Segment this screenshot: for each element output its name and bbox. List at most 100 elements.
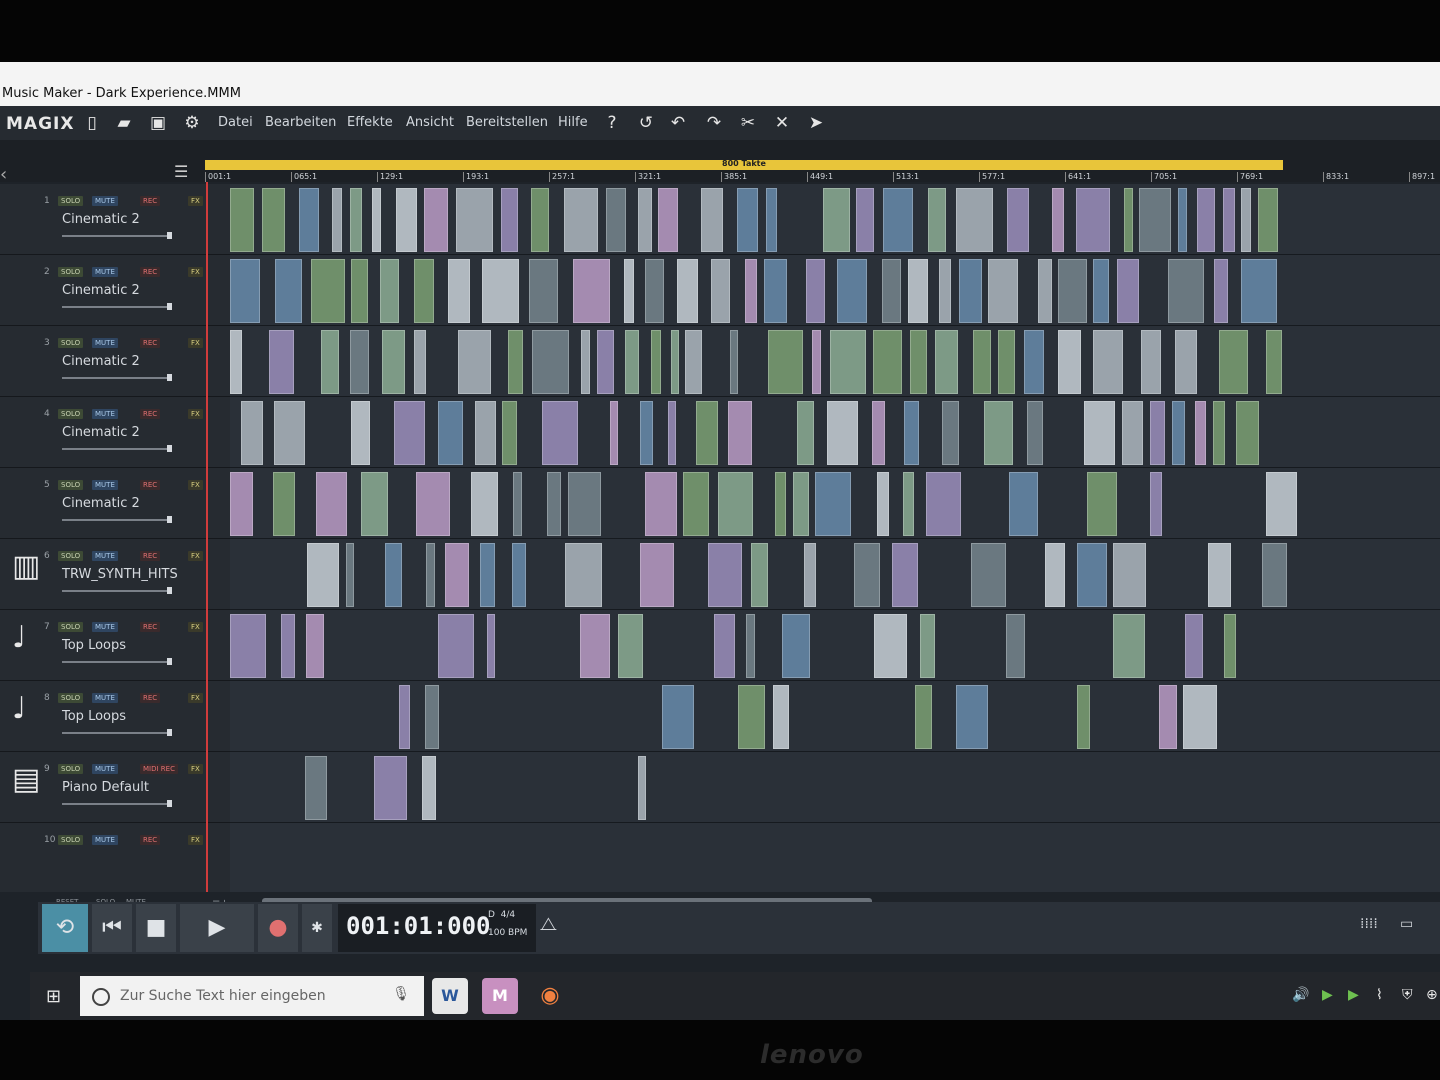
volume-handle[interactable]: [167, 729, 172, 736]
audio-object[interactable]: [837, 259, 867, 323]
audio-object[interactable]: [531, 188, 549, 252]
audio-object[interactable]: [677, 259, 698, 323]
audio-object[interactable]: [565, 543, 602, 607]
audio-object[interactable]: [640, 401, 653, 465]
rec-button[interactable]: REC: [140, 267, 161, 277]
track-lane[interactable]: [230, 468, 1440, 539]
mute-button[interactable]: MUTE: [92, 622, 118, 632]
audio-object[interactable]: [610, 401, 618, 465]
audio-object[interactable]: [230, 259, 260, 323]
audio-object[interactable]: [1124, 188, 1133, 252]
audio-object[interactable]: [321, 330, 339, 394]
mute-button[interactable]: MUTE: [92, 764, 118, 774]
audio-object[interactable]: [606, 188, 626, 252]
audio-object[interactable]: [425, 685, 439, 749]
solo-button[interactable]: SOLO: [58, 480, 84, 490]
audio-object[interactable]: [564, 188, 598, 252]
audio-object[interactable]: [1006, 614, 1025, 678]
globe-icon[interactable]: ⊕: [1426, 987, 1438, 1003]
audio-object[interactable]: [1213, 401, 1225, 465]
audio-object[interactable]: [1141, 330, 1161, 394]
volume-slider[interactable]: [62, 516, 172, 523]
audio-object[interactable]: [1266, 472, 1297, 536]
menu-bereitstellen[interactable]: Bereitstellen: [466, 115, 548, 130]
volume-slider[interactable]: [62, 303, 172, 310]
audio-object[interactable]: [1214, 259, 1228, 323]
taskbar-search-input[interactable]: Zur Suche Text hier eingeben 🎙: [80, 976, 424, 1016]
tempo[interactable]: 100 BPM: [488, 928, 527, 938]
audio-object[interactable]: [482, 259, 519, 323]
audio-object[interactable]: [971, 543, 1006, 607]
fx-button[interactable]: FX: [188, 480, 203, 490]
audio-object[interactable]: [241, 401, 263, 465]
audio-object[interactable]: [274, 401, 305, 465]
audio-object[interactable]: [1113, 614, 1145, 678]
audio-object[interactable]: [230, 330, 242, 394]
audio-object[interactable]: [1241, 188, 1251, 252]
playhead[interactable]: [206, 182, 208, 942]
audio-object[interactable]: [696, 401, 718, 465]
audio-object[interactable]: [823, 188, 850, 252]
volume-handle[interactable]: [167, 445, 172, 452]
mute-button[interactable]: MUTE: [92, 551, 118, 561]
track-header[interactable]: 5 SOLO MUTE REC FX Cinematic 2: [0, 468, 230, 539]
audio-object[interactable]: [311, 259, 345, 323]
audio-object[interactable]: [262, 188, 285, 252]
audio-object[interactable]: [782, 614, 810, 678]
solo-button[interactable]: SOLO: [58, 196, 84, 206]
audio-object[interactable]: [751, 543, 768, 607]
audio-object[interactable]: [645, 472, 677, 536]
audio-object[interactable]: [281, 614, 295, 678]
audio-object[interactable]: [1076, 188, 1110, 252]
audio-object[interactable]: [662, 685, 694, 749]
audio-object[interactable]: [1195, 401, 1206, 465]
track-name[interactable]: Piano Default: [62, 780, 149, 795]
audio-object[interactable]: [624, 259, 634, 323]
play-button[interactable]: ▶: [180, 904, 254, 952]
audio-object[interactable]: [1219, 330, 1248, 394]
audio-object[interactable]: [1084, 401, 1115, 465]
audio-object[interactable]: [1175, 330, 1197, 394]
audio-object[interactable]: [856, 188, 874, 252]
audio-object[interactable]: [638, 756, 646, 820]
audio-object[interactable]: [1159, 685, 1177, 749]
range-bar[interactable]: 800 Takte: [205, 159, 1283, 170]
audio-object[interactable]: [830, 330, 866, 394]
audio-object[interactable]: [487, 614, 495, 678]
audio-object[interactable]: [939, 259, 951, 323]
tray-app-2-icon[interactable]: ▶: [1348, 987, 1359, 1003]
word-app-icon[interactable]: W: [432, 978, 468, 1014]
audio-object[interactable]: [942, 401, 959, 465]
menu-ansicht[interactable]: Ansicht: [406, 115, 454, 130]
track-name[interactable]: Cinematic 2: [62, 212, 140, 227]
stop-button[interactable]: ■: [136, 904, 176, 952]
audio-object[interactable]: [547, 472, 561, 536]
audio-object[interactable]: [910, 330, 927, 394]
volume-handle[interactable]: [167, 232, 172, 239]
audio-object[interactable]: [1197, 188, 1215, 252]
audio-object[interactable]: [414, 259, 434, 323]
volume-slider[interactable]: [62, 729, 172, 736]
audio-object[interactable]: [230, 472, 253, 536]
audio-object[interactable]: [668, 401, 676, 465]
audio-object[interactable]: [973, 330, 991, 394]
track-lane[interactable]: [230, 184, 1440, 255]
audio-object[interactable]: [804, 543, 816, 607]
audio-object[interactable]: [1087, 472, 1117, 536]
audio-object[interactable]: [399, 685, 410, 749]
menu-bearbeiten[interactable]: Bearbeiten: [265, 115, 336, 130]
audio-object[interactable]: [730, 330, 738, 394]
audio-object[interactable]: [638, 188, 652, 252]
mute-button[interactable]: MUTE: [92, 267, 118, 277]
audio-object[interactable]: [581, 330, 590, 394]
volume-icon[interactable]: 🔊: [1292, 987, 1309, 1003]
audio-object[interactable]: [651, 330, 661, 394]
save-icon[interactable]: ▣: [148, 114, 168, 132]
menu-hilfe[interactable]: Hilfe: [558, 115, 588, 130]
audio-object[interactable]: [1208, 543, 1231, 607]
solo-button[interactable]: SOLO: [58, 409, 84, 419]
audio-object[interactable]: [1024, 330, 1044, 394]
volume-slider[interactable]: [62, 587, 172, 594]
settings-icon[interactable]: ⚙: [182, 114, 202, 132]
track-name[interactable]: Cinematic 2: [62, 496, 140, 511]
